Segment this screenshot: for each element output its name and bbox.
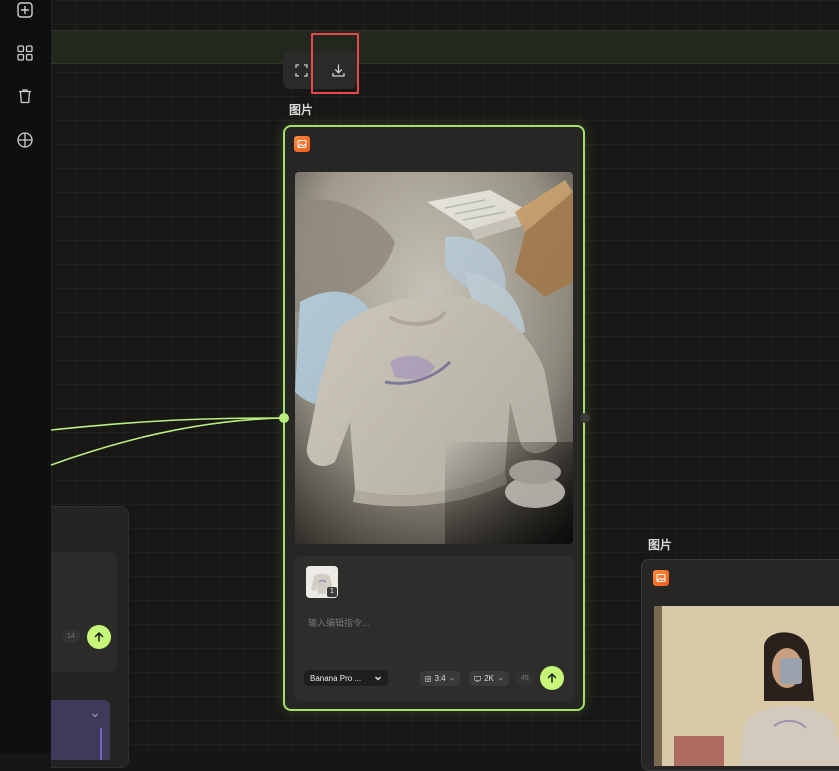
chevron-down-icon bbox=[92, 713, 98, 718]
generated-image[interactable] bbox=[295, 172, 573, 544]
left-node-dropdown[interactable] bbox=[51, 700, 110, 760]
chevron-down-icon bbox=[449, 677, 454, 680]
node-badge bbox=[294, 136, 310, 152]
arrow-up-icon bbox=[94, 632, 104, 642]
apps-button[interactable] bbox=[13, 41, 37, 65]
highlight-box bbox=[311, 33, 359, 94]
monitor-icon bbox=[474, 675, 481, 682]
right-node-title: 图片 bbox=[648, 538, 673, 552]
chevron-down-icon bbox=[498, 677, 503, 680]
aspect-ratio-value: 3:4 bbox=[434, 674, 446, 683]
image-icon bbox=[297, 140, 307, 148]
scroll-indicator bbox=[100, 728, 102, 760]
credit-badge: 49 bbox=[516, 672, 534, 685]
resolution-value: 2K bbox=[484, 674, 494, 683]
chevron-down-icon bbox=[375, 676, 381, 681]
photo-mirror-selfie bbox=[654, 606, 839, 766]
left-send-button[interactable] bbox=[87, 625, 111, 649]
globe-button[interactable] bbox=[13, 128, 37, 152]
image-icon bbox=[656, 574, 666, 582]
resolution-chip[interactable]: 2K bbox=[469, 671, 509, 686]
left-node-prompt-panel bbox=[51, 552, 117, 672]
aspect-grid-icon bbox=[425, 675, 432, 682]
canvas-top-band bbox=[51, 30, 839, 64]
input-port[interactable] bbox=[279, 413, 289, 423]
right-image-node[interactable] bbox=[641, 559, 839, 771]
aspect-ratio-chip[interactable]: 3:4 bbox=[420, 671, 460, 686]
main-node-title: 图片 bbox=[289, 103, 314, 117]
plus-square-icon bbox=[17, 2, 33, 18]
right-node-badge bbox=[653, 570, 669, 586]
reference-count: 1 bbox=[327, 587, 337, 597]
prompt-input[interactable] bbox=[306, 614, 560, 632]
photo-sweatshirt-on-bed bbox=[295, 172, 573, 544]
right-node-image[interactable] bbox=[654, 606, 839, 766]
grid-icon bbox=[17, 45, 33, 61]
model-select[interactable]: Banana Pro ... bbox=[304, 670, 388, 686]
left-toolbar bbox=[0, 0, 52, 753]
trash-icon bbox=[19, 89, 31, 104]
arrow-up-icon bbox=[547, 673, 557, 683]
add-node-button[interactable] bbox=[13, 0, 37, 22]
globe-icon bbox=[17, 132, 33, 148]
output-port[interactable] bbox=[580, 413, 590, 423]
fullscreen-icon bbox=[295, 63, 308, 77]
reference-thumbnail[interactable]: 1 bbox=[306, 566, 338, 598]
delete-button[interactable] bbox=[13, 84, 37, 108]
model-select-value: Banana Pro ... bbox=[310, 673, 362, 683]
prompt-panel: 1 Banana Pro ... 3:4 2K 49 bbox=[294, 556, 575, 701]
image-node[interactable]: 1 Banana Pro ... 3:4 2K 49 bbox=[283, 125, 585, 711]
left-credit-badge: 14 bbox=[62, 630, 80, 643]
send-button[interactable] bbox=[540, 666, 564, 690]
